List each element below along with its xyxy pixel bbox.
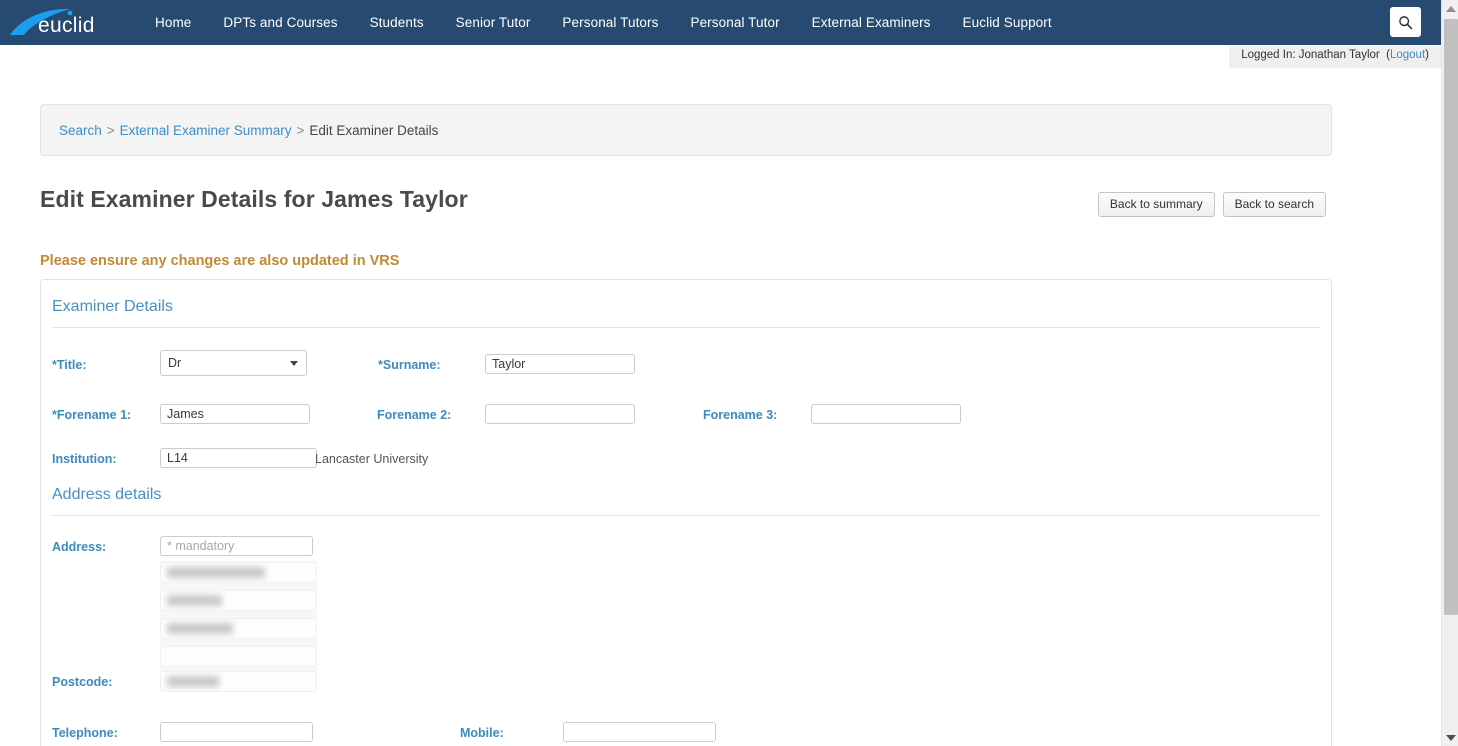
institution-code-input[interactable] xyxy=(160,448,317,468)
breadcrumb: Search > External Examiner Summary > Edi… xyxy=(40,104,1332,156)
euclid-logo[interactable]: euclid xyxy=(8,5,126,41)
title-label: *Title: xyxy=(52,358,87,372)
form-row-forenames: *Forename 1: Forename 2: Forename 3: xyxy=(41,390,1331,438)
nav-item-senior-tutor[interactable]: Senior Tutor xyxy=(456,15,531,30)
scrollbar-thumb[interactable] xyxy=(1444,19,1458,615)
surname-label: *Surname: xyxy=(378,358,441,372)
breadcrumb-item-external-examiner-summary[interactable]: External Examiner Summary xyxy=(120,123,292,138)
nav-item-home[interactable]: Home xyxy=(155,15,191,30)
main-nav: Home DPTs and Courses Students Senior Tu… xyxy=(155,0,1084,45)
search-icon xyxy=(1398,15,1413,30)
logout-paren-open: ( xyxy=(1383,49,1390,61)
postcode-input[interactable] xyxy=(160,671,317,692)
form-row-address: Address: Postcode: xyxy=(41,516,1331,666)
form-row-institution: Institution: Lancaster University xyxy=(41,438,1331,478)
address-line-4-input[interactable] xyxy=(160,618,317,639)
session-status-bar: Logged In: Jonathan Taylor (Logout) xyxy=(1229,46,1441,68)
forename1-input[interactable] xyxy=(160,404,310,424)
nav-item-dpts-and-courses[interactable]: DPTs and Courses xyxy=(223,15,337,30)
section-title-address-details: Address details xyxy=(52,486,1331,504)
nav-item-personal-tutors[interactable]: Personal Tutors xyxy=(562,15,658,30)
institution-resolved-name: Lancaster University xyxy=(315,452,428,466)
scroll-down-button[interactable] xyxy=(1442,729,1458,746)
address-line-1-input[interactable] xyxy=(160,536,313,556)
svg-text:euclid: euclid xyxy=(38,14,95,37)
title-select-value: Dr xyxy=(168,356,181,370)
breadcrumb-separator: > xyxy=(107,123,115,138)
surname-input[interactable] xyxy=(485,354,635,374)
page-header: Edit Examiner Details for James Taylor B… xyxy=(40,186,1332,220)
vrs-warning-message: Please ensure any changes are also updat… xyxy=(40,253,399,269)
title-select[interactable]: Dr xyxy=(160,350,307,376)
chevron-down-icon xyxy=(290,361,298,366)
nav-item-students[interactable]: Students xyxy=(370,15,424,30)
section-title-examiner-details: Examiner Details xyxy=(52,298,1331,316)
scroll-up-button[interactable] xyxy=(1442,0,1458,17)
address-line-3-input[interactable] xyxy=(160,590,317,611)
logged-in-label: Logged In: Jonathan Taylor xyxy=(1241,49,1380,61)
forename1-label: *Forename 1: xyxy=(52,408,131,422)
top-navigation-bar: euclid Home DPTs and Courses Students Se… xyxy=(0,0,1441,45)
redacted-text xyxy=(167,567,265,578)
section-divider xyxy=(52,327,1320,328)
nav-item-euclid-support[interactable]: Euclid Support xyxy=(963,15,1052,30)
logout-paren-close: ) xyxy=(1425,49,1429,61)
forename2-label: Forename 2: xyxy=(377,408,451,422)
chevron-down-icon xyxy=(1446,735,1456,741)
app-window: euclid Home DPTs and Courses Students Se… xyxy=(0,0,1458,746)
mobile-label: Mobile: xyxy=(460,726,504,740)
examiner-form-panel: Examiner Details *Title: Dr *Surname: *F… xyxy=(40,279,1332,746)
address-line-5-input[interactable] xyxy=(160,646,317,667)
chevron-up-icon xyxy=(1446,6,1456,12)
header-actions: Back to summary Back to search xyxy=(1098,192,1326,217)
forename2-input[interactable] xyxy=(485,404,635,424)
address-line-2-input[interactable] xyxy=(160,562,317,583)
search-button[interactable] xyxy=(1390,7,1421,37)
form-row-title-surname: *Title: Dr *Surname: xyxy=(41,342,1331,390)
breadcrumb-item-search[interactable]: Search xyxy=(59,123,102,138)
institution-label: Institution: xyxy=(52,452,117,466)
redacted-text xyxy=(167,623,233,634)
forename3-input[interactable] xyxy=(811,404,961,424)
address-label: Address: xyxy=(52,540,106,554)
redacted-text xyxy=(167,595,222,606)
redacted-text xyxy=(167,676,219,687)
mobile-input[interactable] xyxy=(563,722,716,742)
logout-link[interactable]: Logout xyxy=(1390,49,1425,61)
telephone-input[interactable] xyxy=(160,722,313,742)
breadcrumb-item-edit-examiner-details: Edit Examiner Details xyxy=(309,123,438,138)
nav-item-external-examiners[interactable]: External Examiners xyxy=(812,15,931,30)
nav-item-personal-tutor[interactable]: Personal Tutor xyxy=(690,15,779,30)
breadcrumb-separator: > xyxy=(296,123,304,138)
forename3-label: Forename 3: xyxy=(703,408,777,422)
back-to-summary-button[interactable]: Back to summary xyxy=(1098,192,1215,217)
back-to-search-button[interactable]: Back to search xyxy=(1223,192,1326,217)
form-row-phone: Telephone: Mobile: xyxy=(41,708,1331,746)
page-scrollbar[interactable] xyxy=(1441,0,1458,746)
postcode-label: Postcode: xyxy=(52,675,112,689)
telephone-label: Telephone: xyxy=(52,726,118,740)
